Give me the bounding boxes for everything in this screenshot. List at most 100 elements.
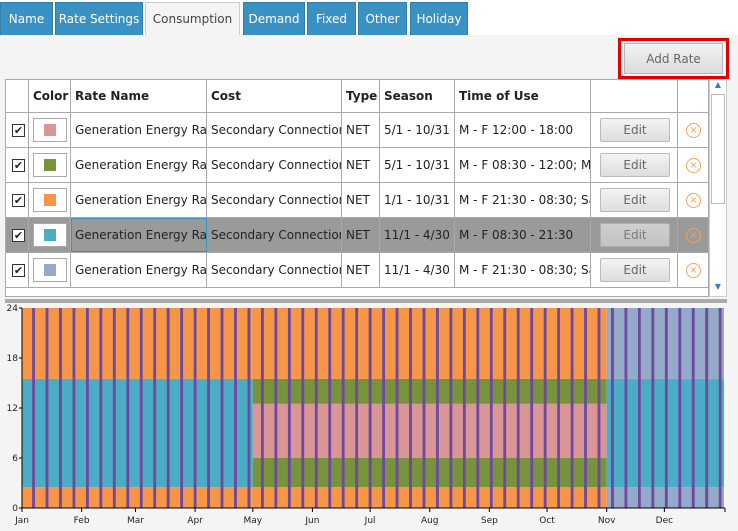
season: 5/1 - 10/31 [380,148,455,182]
time-of-use: M - F 21:30 - 08:30; Sa - [455,183,591,217]
rate-name: Generation Energy Rates [71,113,207,147]
delete-icon[interactable]: × [686,192,701,208]
edit-button[interactable]: Edit [600,223,670,247]
column-header [6,80,29,112]
type: NET [342,218,380,252]
table-row[interactable]: ✔ Generation Energy RatesSecondary Connec… [6,113,708,148]
time-of-use: M - F 12:00 - 18:00 [455,113,591,147]
rate-name: Generation Energy Rates [71,148,207,182]
scroll-down-icon[interactable]: ▼ [710,282,726,296]
color-chip [44,159,56,171]
cell: Edit [591,218,678,252]
time-of-use: M - F 08:30 - 21:30 [455,218,591,252]
color-chip [44,124,56,136]
cell: ✔ [6,218,29,252]
cell: Edit [591,253,678,287]
color-swatch[interactable] [33,223,67,247]
delete-icon[interactable]: × [686,227,701,243]
cell: × [678,113,708,147]
table-row[interactable]: ✔ Generation Energy RatesSecondary Connec… [6,183,708,218]
scroll-up-icon[interactable]: ▲ [710,80,726,94]
season: 11/1 - 4/30 [380,253,455,287]
tab-fixed[interactable]: Fixed [307,2,356,35]
cell [29,148,71,182]
tab-demand[interactable]: Demand [243,2,305,35]
table-row[interactable]: ✔ Generation Energy RatesSecondary Connec… [6,218,708,253]
delete-icon[interactable]: × [686,157,701,173]
time-of-use: M - F 08:30 - 12:00; M - [455,148,591,182]
cell: × [678,253,708,287]
column-header [678,80,708,112]
edit-button[interactable]: Edit [600,258,670,282]
color-swatch[interactable] [33,188,67,212]
edit-button[interactable]: Edit [600,118,670,142]
cell [29,218,71,252]
cell: × [678,148,708,182]
color-swatch[interactable] [33,153,67,177]
color-chip [44,194,56,206]
add-rate-highlight: Add Rate [618,38,729,79]
cell: × [678,183,708,217]
rate-name: Generation Energy Rates [71,218,207,252]
cell: ✔ [6,183,29,217]
cost: Secondary Connection: ( [207,253,342,287]
rate-name: Generation Energy Rates [71,183,207,217]
tab-name[interactable]: Name [0,2,53,35]
column-header: Season [380,80,455,112]
cell: × [678,218,708,252]
column-header: Rate Name [71,80,207,112]
column-header: Type [342,80,380,112]
column-header: Time of Use [455,80,591,112]
type: NET [342,113,380,147]
cell [29,253,71,287]
enabled-checkbox[interactable]: ✔ [12,193,25,207]
enabled-checkbox[interactable]: ✔ [12,158,25,172]
season: 11/1 - 4/30 [380,218,455,252]
color-chip [44,264,56,276]
cell: ✔ [6,253,29,287]
scroll-thumb[interactable] [711,94,725,204]
rate-name: Generation Energy Rates [71,253,207,287]
cost: Secondary Connection: ( [207,183,342,217]
column-header [591,80,678,112]
delete-icon[interactable]: × [686,122,701,138]
enabled-checkbox[interactable]: ✔ [12,228,25,242]
season: 5/1 - 10/31 [380,113,455,147]
enabled-checkbox[interactable]: ✔ [12,123,25,137]
cost: Secondary Connection: ( [207,113,342,147]
tab-holiday[interactable]: Holiday [410,2,468,35]
table-header: Color Rate Name Cost Type Season Time of Use [6,80,708,113]
time-of-use: M - F 21:30 - 08:30; Sa - [455,253,591,287]
splitter[interactable] [5,299,727,303]
column-header: Color [29,80,71,112]
delete-icon[interactable]: × [686,262,701,278]
add-rate-button[interactable]: Add Rate [624,43,723,74]
cell: Edit [591,113,678,147]
cost: Secondary Connection: ( [207,218,342,252]
cell: Edit [591,183,678,217]
color-swatch[interactable] [33,118,67,142]
tab-rate-settings[interactable]: Rate Settings [55,2,143,35]
cell: ✔ [6,148,29,182]
cell [29,113,71,147]
color-swatch[interactable] [33,258,67,282]
tab-other[interactable]: Other [358,2,407,35]
cell: ✔ [6,113,29,147]
edit-button[interactable]: Edit [600,188,670,212]
type: NET [342,183,380,217]
tab-consumption[interactable]: Consumption [145,2,240,35]
enabled-checkbox[interactable]: ✔ [12,263,25,277]
cell: Edit [591,148,678,182]
color-chip [44,229,56,241]
column-header: Cost [207,80,342,112]
table-row[interactable] [6,288,708,296]
table-scrollbar[interactable]: ▲ ▼ [709,79,727,297]
table-row[interactable]: ✔ Generation Energy RatesSecondary Connec… [6,148,708,183]
table-row[interactable]: ✔ Generation Energy RatesSecondary Connec… [6,253,708,288]
cell [29,183,71,217]
type: NET [342,148,380,182]
cost: Secondary Connection: ( [207,148,342,182]
rates-table: Color Rate Name Cost Type Season Time of Use ✔… [5,79,709,297]
tab-bar: Name Rate Settings Consumption Demand Fixed O… [0,2,738,35]
edit-button[interactable]: Edit [600,153,670,177]
